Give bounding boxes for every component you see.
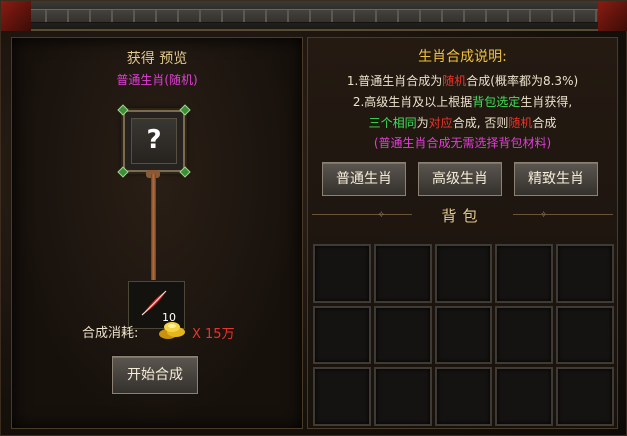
corner-ornament-left	[1, 1, 31, 31]
desc-text: 合成(概率都为8.3%)	[466, 74, 579, 88]
tab-advanced-zodiac[interactable]: 高级生肖	[418, 162, 502, 196]
gem-icon	[179, 104, 191, 116]
info-panel: 生肖合成说明: 1.普通生肖合成为随机合成(概率都为8.3%) 2.高级生肖及以…	[307, 37, 618, 429]
preview-title: 获得 预览	[126, 51, 188, 67]
bag-slot[interactable]	[556, 367, 614, 426]
gem-icon	[117, 166, 129, 178]
cost-label: 合成消耗:	[82, 326, 139, 341]
description-line-1: 1.普通生肖合成为随机合成(概率都为8.3%)	[308, 72, 617, 89]
preview-subtitle: 普通生肖(随机)	[116, 73, 198, 87]
bag-slot[interactable]	[313, 244, 371, 303]
cost-value: X 15万	[192, 327, 235, 342]
bag-slot[interactable]	[434, 367, 493, 426]
connector-rope	[151, 174, 156, 280]
desc-text: 生肖获得,	[520, 95, 573, 109]
divider	[513, 214, 613, 215]
preview-panel: 获得 预览 普通生肖(随机) ? 10 合成消耗: X 15万 开始合成	[11, 37, 303, 429]
zodiac-synthesis-window: 获得 预览 普通生肖(随机) ? 10 合成消耗: X 15万 开始合成 生肖合…	[0, 0, 627, 436]
desc-text: 合成, 否则	[452, 116, 509, 130]
bag-slot[interactable]	[556, 305, 614, 365]
gem-icon	[117, 104, 129, 116]
description-line-3: 三个相同为对应合成, 否则随机合成	[308, 114, 617, 131]
desc-highlight-random: 随机	[442, 74, 467, 88]
gem-icon	[179, 166, 191, 178]
bag-slot[interactable]	[313, 367, 371, 426]
bag-title: 背包	[441, 207, 484, 225]
bag-header: ⟡ 背包 ⟡	[308, 202, 617, 228]
bag-slot[interactable]	[495, 244, 554, 303]
bag-slot[interactable]	[373, 305, 432, 365]
desc-highlight-corresponding: 对应	[428, 116, 453, 130]
description-line-4: (普通生肖合成无需选择背包材料)	[373, 136, 552, 150]
description-title: 生肖合成说明:	[418, 49, 507, 65]
bag-slot[interactable]	[313, 305, 371, 365]
tab-fine-zodiac[interactable]: 精致生肖	[514, 162, 598, 196]
desc-text: 合成	[532, 116, 557, 130]
bag-slot[interactable]	[495, 367, 554, 426]
question-mark-icon: ?	[146, 125, 162, 155]
bag-slot[interactable]	[373, 244, 432, 303]
desc-highlight-random: 随机	[508, 116, 533, 130]
desc-highlight-bag-selected: 背包选定	[472, 95, 521, 109]
border-pattern	[31, 9, 598, 23]
cost-row: 合成消耗: X 15万	[82, 319, 282, 343]
bag-slot[interactable]	[434, 244, 493, 303]
bag-slot[interactable]	[556, 244, 614, 303]
result-slot[interactable]: ?	[117, 104, 191, 178]
top-border	[1, 1, 627, 31]
desc-highlight-three-same: 三个相同	[368, 116, 417, 130]
description-line-2: 2.高级生肖及以上根据背包选定生肖获得,	[308, 93, 617, 110]
result-slot-inner: ?	[131, 118, 177, 164]
tab-normal-zodiac[interactable]: 普通生肖	[322, 162, 406, 196]
desc-text: 2.高级生肖及以上根据	[352, 95, 473, 109]
bag-slot[interactable]	[434, 305, 493, 365]
start-synthesis-button[interactable]: 开始合成	[112, 356, 198, 394]
gold-coins-icon	[159, 322, 185, 339]
corner-ornament-right	[598, 1, 627, 31]
bag-slot[interactable]	[373, 367, 432, 426]
bag-slot[interactable]	[495, 305, 554, 365]
desc-text: 为	[416, 116, 429, 130]
desc-text: 1.普通生肖合成为	[346, 74, 443, 88]
bag-grid	[313, 244, 614, 426]
